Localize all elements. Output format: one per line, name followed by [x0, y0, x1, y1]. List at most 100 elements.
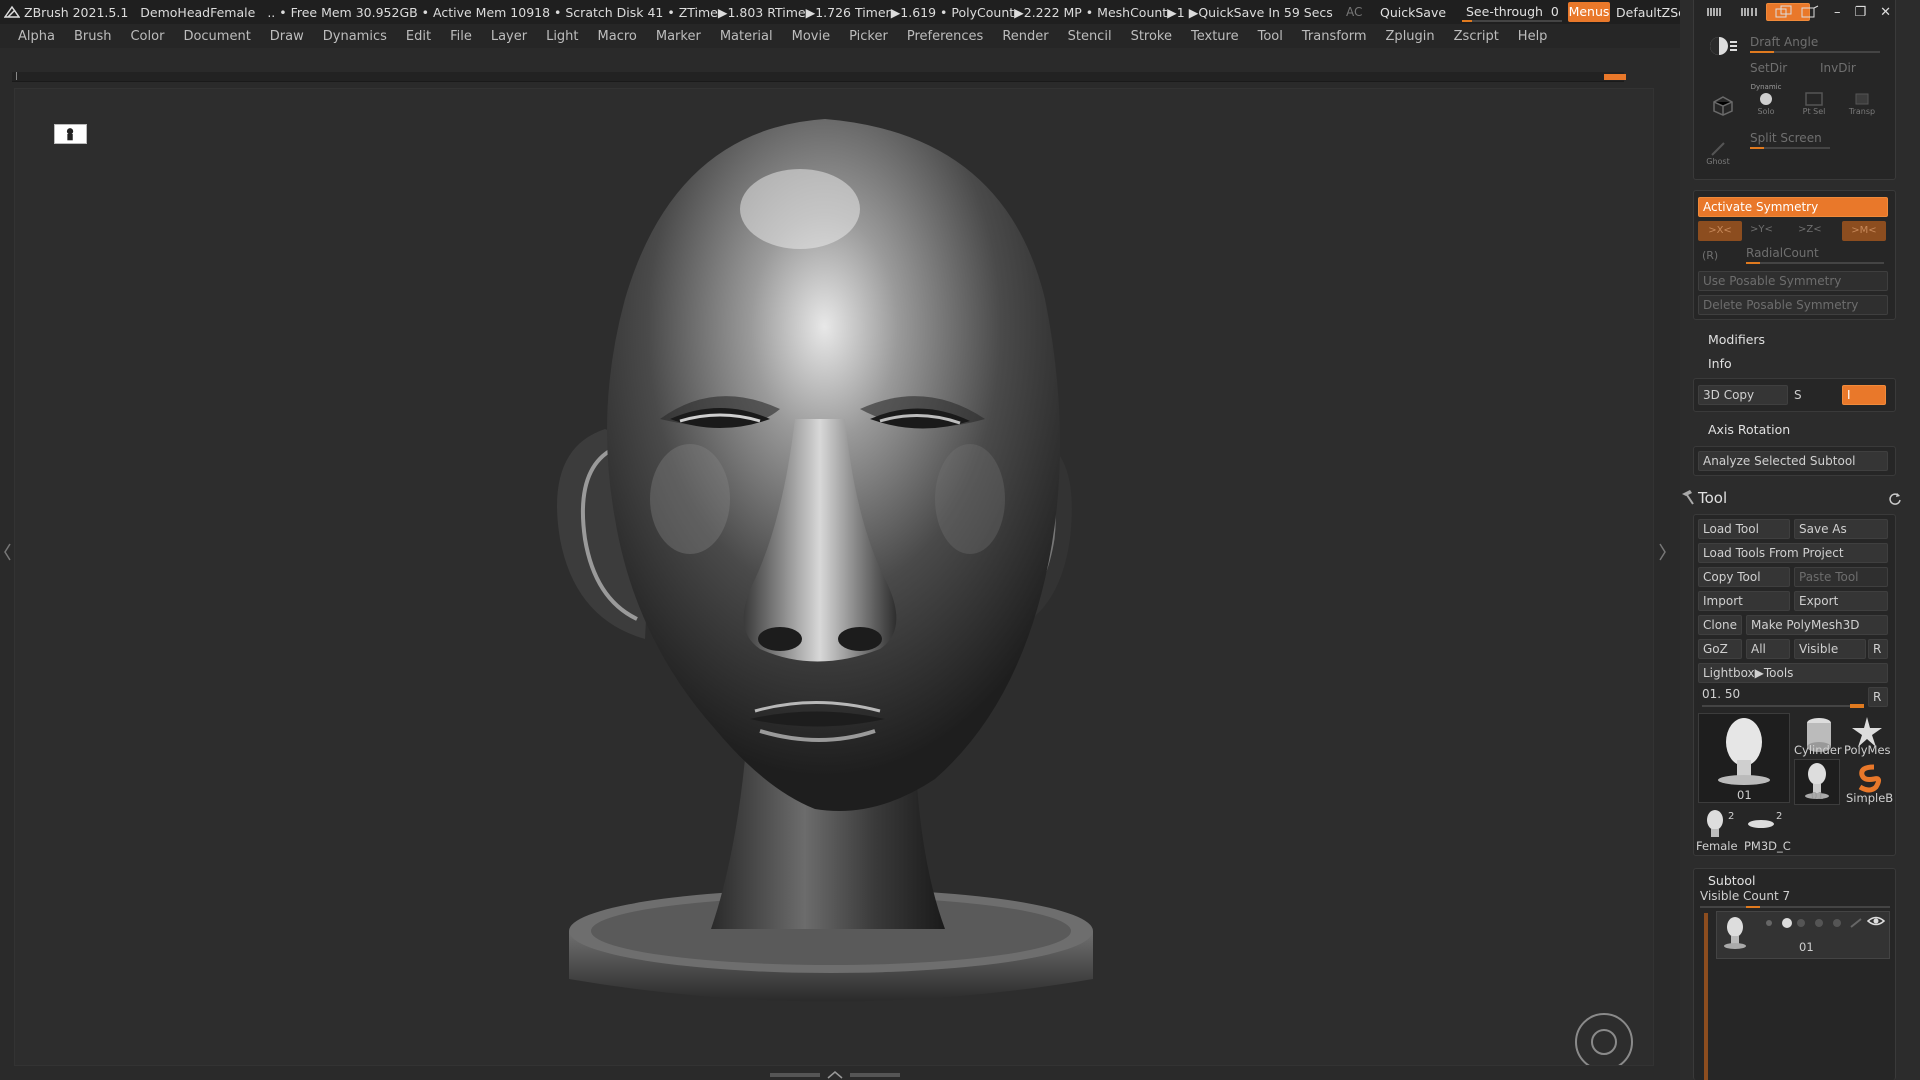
3d-copy-i-field[interactable]: I: [1842, 385, 1886, 405]
tool-slider-knob[interactable]: [1850, 704, 1864, 708]
refresh-icon[interactable]: [1888, 491, 1902, 505]
document-canvas[interactable]: [14, 88, 1654, 1066]
close-icon[interactable]: ✕: [1880, 5, 1891, 20]
info-section[interactable]: Info: [1708, 356, 1732, 371]
menu-document[interactable]: Document: [183, 29, 250, 44]
left-tray-handle-icon[interactable]: [2, 540, 12, 564]
minimize-icon[interactable]: –: [1834, 5, 1841, 20]
menus-toggle-button[interactable]: Menus: [1568, 2, 1610, 22]
symmetry-m-button[interactable]: >M<: [1842, 221, 1886, 241]
maximize-icon[interactable]: ❐: [1855, 5, 1867, 20]
export-button[interactable]: Export: [1794, 591, 1888, 611]
load-tools-from-project-button[interactable]: Load Tools From Project: [1698, 543, 1888, 563]
copy-tool-button[interactable]: Copy Tool: [1698, 567, 1790, 587]
tool-slider-r-button[interactable]: R: [1868, 687, 1888, 707]
subtool-title[interactable]: Subtool: [1708, 873, 1755, 888]
right-tray-handle-icon[interactable]: [1658, 540, 1668, 564]
draft-angle-slider[interactable]: [1750, 51, 1880, 53]
paste-tool-button[interactable]: Paste Tool: [1794, 567, 1888, 587]
clone-button[interactable]: Clone: [1698, 615, 1742, 635]
split-screen-slider[interactable]: [1750, 147, 1830, 149]
quicksave-button[interactable]: QuickSave: [1380, 0, 1446, 24]
load-tool-button[interactable]: Load Tool: [1698, 519, 1790, 539]
goz-visible-button[interactable]: Visible: [1794, 639, 1866, 659]
delete-posable-symmetry-button[interactable]: Delete Posable Symmetry: [1698, 295, 1888, 315]
ghost-icon: [1711, 142, 1725, 156]
save-as-button[interactable]: Save As: [1794, 519, 1888, 539]
radial-r-button[interactable]: (R): [1702, 249, 1718, 262]
menu-macro[interactable]: Macro: [598, 29, 637, 44]
tool-thumb-main-label: 01: [1737, 788, 1752, 802]
symmetry-z-button[interactable]: >Z<: [1798, 224, 1822, 235]
female-head-icon[interactable]: [1702, 809, 1728, 839]
setdir-button[interactable]: SetDir: [1750, 61, 1787, 75]
menu-file[interactable]: File: [450, 29, 472, 44]
use-posable-symmetry-button[interactable]: Use Posable Symmetry: [1698, 271, 1888, 291]
pm3d-plane-icon[interactable]: [1746, 817, 1776, 831]
analyze-selected-subtool-button[interactable]: Analyze Selected Subtool: [1698, 451, 1888, 471]
menu-dynamics[interactable]: Dynamics: [323, 29, 387, 44]
modifiers-section[interactable]: Modifiers: [1708, 332, 1765, 347]
subtool-scrollbar[interactable]: [1704, 913, 1708, 1080]
timeline-marker[interactable]: [1604, 74, 1626, 80]
menu-light[interactable]: Light: [546, 29, 578, 44]
timeline-start-tick: [16, 72, 17, 80]
menu-movie[interactable]: Movie: [792, 29, 830, 44]
menu-zscript[interactable]: Zscript: [1454, 29, 1499, 44]
menu-texture[interactable]: Texture: [1191, 29, 1239, 44]
solo-button[interactable]: Dynamic Solo: [1750, 83, 1782, 116]
timeline-ruler[interactable]: [12, 72, 1626, 82]
tool-panel-title[interactable]: Tool: [1698, 489, 1727, 507]
menu-layer[interactable]: Layer: [491, 29, 527, 44]
menu-transform[interactable]: Transform: [1302, 29, 1367, 44]
menu-edit[interactable]: Edit: [406, 29, 431, 44]
menu-material[interactable]: Material: [720, 29, 773, 44]
menu-color[interactable]: Color: [130, 29, 164, 44]
menu-help[interactable]: Help: [1518, 29, 1548, 44]
3d-copy-button[interactable]: 3D Copy: [1698, 385, 1788, 405]
tool-slider[interactable]: [1702, 704, 1864, 708]
menu-stencil[interactable]: Stencil: [1068, 29, 1112, 44]
symmetry-x-button[interactable]: >X<: [1698, 221, 1742, 241]
radial-count-label: RadialCount: [1746, 246, 1819, 260]
navigation-gizmo-icon[interactable]: [1575, 1013, 1633, 1065]
ptsel-button[interactable]: Pt Sel: [1798, 91, 1830, 116]
simpleb-brush-icon[interactable]: [1852, 761, 1884, 793]
menu-marker[interactable]: Marker: [656, 29, 701, 44]
goz-all-button[interactable]: All: [1746, 639, 1790, 659]
menu-alpha[interactable]: Alpha: [18, 29, 55, 44]
bottom-tray-handle-icon[interactable]: [770, 1070, 900, 1080]
transp-button[interactable]: Transp: [1846, 91, 1878, 116]
import-button[interactable]: Import: [1698, 591, 1790, 611]
menu-preferences[interactable]: Preferences: [907, 29, 983, 44]
see-through-slider[interactable]: See-through 0: [1462, 1, 1562, 23]
camera-view-icon[interactable]: [54, 124, 87, 144]
axis-rotation-section[interactable]: Axis Rotation: [1708, 422, 1790, 437]
lightbox-tools-button[interactable]: Lightbox▶Tools: [1698, 663, 1888, 683]
menu-tool[interactable]: Tool: [1258, 29, 1283, 44]
menu-brush[interactable]: Brush: [74, 29, 112, 44]
menu-render[interactable]: Render: [1002, 29, 1048, 44]
radial-count-slider[interactable]: [1746, 262, 1884, 264]
multi-window-icon[interactable]: [1774, 5, 1794, 19]
goz-r-button[interactable]: R: [1868, 639, 1888, 659]
perspective-cube-icon[interactable]: [1712, 95, 1734, 117]
symmetry-y-button[interactable]: >Y<: [1750, 224, 1773, 235]
menu-zplugin[interactable]: Zplugin: [1386, 29, 1435, 44]
menu-draw[interactable]: Draw: [270, 29, 304, 44]
goz-button[interactable]: GoZ: [1698, 639, 1742, 659]
restore-layout-icon[interactable]: [1800, 5, 1820, 19]
ghost-button[interactable]: Ghost: [1702, 141, 1734, 166]
menu-picker[interactable]: Picker: [849, 29, 888, 44]
invdir-button[interactable]: InvDir: [1820, 61, 1856, 75]
activate-symmetry-button[interactable]: Activate Symmetry: [1698, 197, 1888, 217]
eye-visibility-icon[interactable]: [1867, 914, 1885, 928]
subtool-item[interactable]: 01: [1716, 911, 1890, 959]
layout-icon-1[interactable]: [1706, 5, 1728, 19]
layout-icon-2[interactable]: [1740, 5, 1762, 19]
floor-grid-icon[interactable]: [1708, 35, 1738, 57]
visible-count-slider[interactable]: [1700, 906, 1890, 908]
sculpt-head-model[interactable]: [515, 119, 1135, 1039]
menu-stroke[interactable]: Stroke: [1131, 29, 1172, 44]
make-polymesh3d-button[interactable]: Make PolyMesh3D: [1746, 615, 1888, 635]
